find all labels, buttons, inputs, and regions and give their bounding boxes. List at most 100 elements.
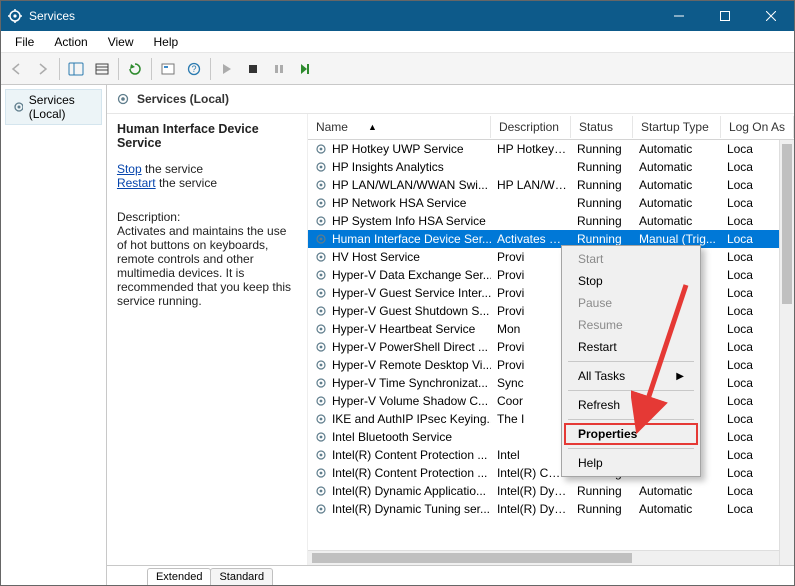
- column-header-log-on-as[interactable]: Log On As: [721, 116, 794, 138]
- restart-service-button[interactable]: [293, 57, 317, 81]
- service-row[interactable]: HP Hotkey UWP ServiceHP Hotkey ...Runnin…: [308, 140, 794, 158]
- service-row[interactable]: Hyper-V Guest Shutdown S...Provial (Trig…: [308, 302, 794, 320]
- scrollbar-thumb[interactable]: [312, 553, 632, 563]
- context-menu-properties[interactable]: Properties: [564, 423, 698, 445]
- service-row[interactable]: HP System Info HSA ServiceRunningAutomat…: [308, 212, 794, 230]
- cell-name: Hyper-V Heartbeat Service: [308, 321, 491, 337]
- context-menu-start[interactable]: Start: [564, 248, 698, 270]
- cell-name: Hyper-V Data Exchange Ser...: [308, 267, 491, 283]
- vertical-scrollbar[interactable]: [779, 140, 794, 565]
- service-row[interactable]: IKE and AuthIP IPsec Keying...The Ial (T…: [308, 410, 794, 428]
- service-name-text: Hyper-V PowerShell Direct ...: [332, 340, 488, 354]
- service-name-text: HP LAN/WLAN/WWAN Swi...: [332, 178, 488, 192]
- context-menu-label: Restart: [578, 340, 617, 354]
- service-row[interactable]: HV Host ServiceProvial (Trig...Loca: [308, 248, 794, 266]
- stop-link[interactable]: Stop: [117, 162, 142, 176]
- refresh-button[interactable]: [123, 57, 147, 81]
- services-app-icon: [7, 8, 23, 24]
- restart-suffix: the service: [156, 176, 217, 190]
- cell-description: [491, 166, 571, 168]
- cell-status: Running: [571, 159, 633, 175]
- column-header-description[interactable]: Description: [491, 116, 571, 138]
- service-row[interactable]: Intel(R) Dynamic Applicatio...Intel(R) D…: [308, 482, 794, 500]
- service-row[interactable]: Hyper-V Volume Shadow C...Cooral (Trig..…: [308, 392, 794, 410]
- menu-help[interactable]: Help: [144, 33, 189, 51]
- stop-service-button[interactable]: [241, 57, 265, 81]
- service-gear-icon: [314, 142, 328, 156]
- pause-service-button[interactable]: [267, 57, 291, 81]
- menubar: File Action View Help: [1, 31, 794, 53]
- menu-file[interactable]: File: [5, 33, 44, 51]
- cell-status: Running: [571, 483, 633, 499]
- selected-service-name: Human Interface Device Service: [117, 122, 297, 150]
- service-gear-icon: [314, 322, 328, 336]
- maximize-button[interactable]: [702, 1, 748, 31]
- menu-action[interactable]: Action: [44, 33, 97, 51]
- start-service-button[interactable]: [215, 57, 239, 81]
- service-gear-icon: [314, 358, 328, 372]
- service-name-text: HP Insights Analytics: [332, 160, 444, 174]
- minimize-button[interactable]: [656, 1, 702, 31]
- cell-startup-type: Automatic: [633, 177, 721, 193]
- context-menu-help[interactable]: Help: [564, 452, 698, 474]
- context-menu-restart[interactable]: Restart: [564, 336, 698, 358]
- service-name-text: Hyper-V Guest Service Inter...: [332, 286, 491, 300]
- cell-name: Human Interface Device Ser...: [308, 231, 491, 247]
- export-list-button[interactable]: [90, 57, 114, 81]
- menu-view[interactable]: View: [98, 33, 144, 51]
- tab-standard[interactable]: Standard: [210, 568, 273, 585]
- service-row[interactable]: Hyper-V Data Exchange Ser...Provial (Tri…: [308, 266, 794, 284]
- service-row[interactable]: Human Interface Device Ser...Activates a…: [308, 230, 794, 248]
- service-row[interactable]: HP Network HSA ServiceRunningAutomaticLo…: [308, 194, 794, 212]
- context-menu-all-tasks[interactable]: All Tasks▶: [564, 365, 698, 387]
- tab-extended[interactable]: Extended: [147, 568, 211, 585]
- service-name-text: Intel(R) Dynamic Tuning ser...: [332, 502, 490, 516]
- service-name-text: HV Host Service: [332, 250, 420, 264]
- service-gear-icon: [314, 286, 328, 300]
- context-menu-resume[interactable]: Resume: [564, 314, 698, 336]
- cell-description: Intel: [491, 447, 571, 463]
- service-gear-icon: [314, 250, 328, 264]
- help-button[interactable]: ?: [182, 57, 206, 81]
- service-row[interactable]: Hyper-V Time Synchronizat...Syncal (Trig…: [308, 374, 794, 392]
- restart-link[interactable]: Restart: [117, 176, 156, 190]
- cell-description: Intel(R) Dyn...: [491, 483, 571, 499]
- properties-button[interactable]: [156, 57, 180, 81]
- close-button[interactable]: [748, 1, 794, 31]
- show-hide-console-tree-button[interactable]: [64, 57, 88, 81]
- tree-item-services-local[interactable]: Services (Local): [5, 89, 102, 125]
- right-header-label: Services (Local): [137, 92, 229, 106]
- service-row[interactable]: Intel(R) Dynamic Tuning ser...Intel(R) D…: [308, 500, 794, 518]
- right-pane-header: Services (Local): [107, 85, 794, 114]
- service-row[interactable]: HP Insights AnalyticsRunningAutomaticLoc…: [308, 158, 794, 176]
- service-row[interactable]: Hyper-V PowerShell Direct ...Provial (Tr…: [308, 338, 794, 356]
- service-row[interactable]: HP LAN/WLAN/WWAN Swi...HP LAN/WL...Runni…: [308, 176, 794, 194]
- context-menu-stop[interactable]: Stop: [564, 270, 698, 292]
- service-name-text: Hyper-V Time Synchronizat...: [332, 376, 488, 390]
- service-gear-icon: [314, 268, 328, 282]
- scrollbar-thumb[interactable]: [782, 144, 792, 304]
- column-header-startup-type[interactable]: Startup Type: [633, 116, 721, 138]
- chevron-right-icon: ▶: [676, 371, 684, 382]
- service-row[interactable]: Intel(R) Content Protection ...Intel(R) …: [308, 464, 794, 482]
- horizontal-scrollbar[interactable]: [308, 550, 779, 565]
- context-menu-pause[interactable]: Pause: [564, 292, 698, 314]
- service-row[interactable]: Hyper-V Guest Service Inter...Provial (T…: [308, 284, 794, 302]
- column-header-name[interactable]: Name▲: [308, 116, 491, 138]
- service-row[interactable]: Intel Bluetooth ServiceaticLoca: [308, 428, 794, 446]
- forward-button[interactable]: [31, 57, 55, 81]
- stop-suffix: the service: [142, 162, 203, 176]
- service-row[interactable]: Hyper-V Remote Desktop Vi...Provial (Tri…: [308, 356, 794, 374]
- context-menu-refresh[interactable]: Refresh: [564, 394, 698, 416]
- service-gear-icon: [314, 484, 328, 498]
- column-header-status[interactable]: Status: [571, 116, 633, 138]
- gear-icon: [115, 91, 131, 107]
- titlebar: Services: [1, 1, 794, 31]
- back-button[interactable]: [5, 57, 29, 81]
- cell-name: HV Host Service: [308, 249, 491, 265]
- cell-description: [491, 202, 571, 204]
- cell-status: Running: [571, 195, 633, 211]
- service-row[interactable]: Intel(R) Content Protection ...Intelatic…: [308, 446, 794, 464]
- service-row[interactable]: Hyper-V Heartbeat ServiceMonal (Trig...L…: [308, 320, 794, 338]
- context-menu-label: Resume: [578, 318, 623, 332]
